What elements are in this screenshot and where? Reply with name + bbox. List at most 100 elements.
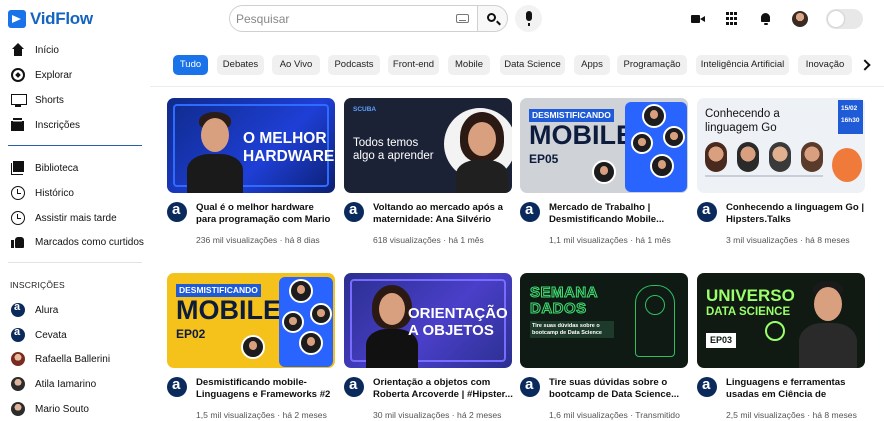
video-thumbnail[interactable]: SCUBA Todos temos algo a aprender [344,98,512,193]
channel-avatar [11,402,25,416]
guest-photo [299,331,323,355]
app-name: VidFlow [30,9,93,28]
voice-search-button[interactable] [515,5,542,32]
top-bar: VidFlow [0,0,884,38]
user-avatar[interactable] [792,11,808,27]
video-card[interactable]: DESMISTIFICANDO MOBILE EP02 Desmistifica… [167,273,335,421]
video-title[interactable]: Tire suas dúvidas sobre o bootcamp de Da… [549,377,689,401]
video-meta: 1,6 mil visualizações · Transmitido [549,410,680,420]
video-card[interactable]: SCUBA Todos temos algo a aprender Voltan… [344,98,512,248]
channel-avatar[interactable] [344,376,364,397]
sidebar-item-liked[interactable]: Marcados como curtidos [0,230,146,254]
sidebar: Início Explorar Shorts Inscrições Biblio… [0,38,150,421]
guest-photo [310,303,332,325]
video-title[interactable]: Desmistificando mobile-Linguagens e Fram… [196,377,336,401]
sidebar-channel-cevata[interactable]: Cevata [0,323,146,347]
notifications-bell-icon[interactable] [759,12,773,26]
sidebar-channel-atila[interactable]: Atila Iamarino [0,372,146,396]
video-thumbnail[interactable]: UNIVERSO DATA SCIENCE EP03 [697,273,865,368]
channel-avatar[interactable] [344,201,364,222]
video-card[interactable]: DESMISTIFICANDO MOBILE EP05 Mercado de T… [520,98,688,248]
video-title[interactable]: Qual é o melhor hardware para programaçã… [196,202,336,226]
thumbnail-subtitle: Tire suas dúvidas sobre o bootcamp de Da… [530,321,614,338]
chip-apps[interactable]: Apps [574,55,610,75]
sidebar-item-shorts[interactable]: Shorts [0,88,146,112]
sidebar-item-library[interactable]: Biblioteca [0,156,146,180]
video-thumbnail[interactable]: O MELHOR HARDWARE [167,98,335,193]
create-video-icon[interactable] [691,12,705,26]
app-logo[interactable]: VidFlow [8,9,93,29]
sidebar-channel-rafaella[interactable]: Rafaella Ballerini [0,347,146,371]
thumbnail-text-line1: SEMANA [529,284,599,301]
search-button[interactable] [478,5,508,32]
chip-inovacao[interactable]: Inovação [798,55,852,75]
video-card[interactable]: SEMANA DADOS Tire suas dúvidas sobre o b… [520,273,688,421]
guest-photo [737,142,759,172]
video-title[interactable]: Mercado de Trabalho | Desmistificando Mo… [549,202,689,226]
channel-avatar[interactable] [167,376,187,397]
chip-programacao[interactable]: Programação [617,55,687,75]
video-thumbnail[interactable]: ORIENTAÇÃO A OBJETOS [344,273,512,368]
chip-ao-vivo[interactable]: Ao Vivo [272,55,320,75]
thumbnail-text-line2: HARDWARE [243,148,335,165]
video-card[interactable]: Conhecendo a linguagem Go 15/02 16h30 Co… [697,98,865,248]
sidebar-item-explore[interactable]: Explorar [0,63,146,87]
logo-play-icon [8,10,26,28]
video-thumbnail[interactable]: SEMANA DADOS Tire suas dúvidas sobre o b… [520,273,688,368]
thumbnail-text-line2: linguagem Go [705,122,777,134]
channel-avatar [11,326,25,342]
chevron-right-icon[interactable] [859,57,871,73]
thumbnail-date: 15/02 [841,105,858,112]
channel-avatar[interactable] [697,376,717,397]
sidebar-channel-mario[interactable]: Mario Souto [0,397,146,421]
theme-toggle[interactable] [826,9,863,29]
channel-avatar [11,301,25,317]
video-card[interactable]: O MELHOR HARDWARE Qual é o melhor hardwa… [167,98,335,248]
sidebar-item-label: Shorts [35,94,64,106]
keyboard-icon[interactable] [456,14,469,23]
sidebar-item-subscriptions[interactable]: Inscrições [0,113,146,137]
thumbnail-text-line2: DATA SCIENCE [706,306,791,318]
search-input[interactable] [236,6,436,31]
watch-later-icon [11,211,25,225]
apps-grid-icon[interactable] [726,12,740,26]
presenter-image [185,112,245,193]
sidebar-channel-alura[interactable]: Alura [0,298,146,322]
like-icon [11,235,25,249]
sidebar-item-home[interactable]: Início [0,38,146,62]
video-card[interactable]: UNIVERSO DATA SCIENCE EP03 Linguagens e … [697,273,865,421]
channel-avatar[interactable] [697,201,717,222]
category-chips: Tudo Debates Ao Vivo Podcasts Front-end … [173,55,863,75]
chip-debates[interactable]: Debates [217,55,264,75]
channel-avatar[interactable] [167,201,187,222]
video-thumbnail[interactable]: Conhecendo a linguagem Go 15/02 16h30 [697,98,865,193]
chip-data-science[interactable]: Data Science [500,55,565,75]
channel-avatar[interactable] [520,376,540,397]
guest-photo [663,126,685,148]
video-title[interactable]: Voltando ao mercado após a maternidade: … [373,202,513,226]
chip-mobile[interactable]: Mobile [448,55,490,75]
video-thumbnail[interactable]: DESMISTIFICANDO MOBILE EP02 [167,273,335,368]
library-icon [11,161,25,175]
thumbnail-text-line2: A OBJETOS [408,322,494,339]
sidebar-item-label: Inscrições [35,119,81,131]
channel-avatar[interactable] [520,201,540,222]
search-icon [487,13,496,22]
sidebar-item-history[interactable]: Histórico [0,181,146,205]
chip-tudo[interactable]: Tudo [173,55,208,75]
robot-head [645,295,665,315]
chip-podcasts[interactable]: Podcasts [328,55,380,75]
channel-name: Atila Iamarino [35,378,97,390]
guest-photo [241,335,265,359]
video-title[interactable]: Orientação a objetos com Roberta Arcover… [373,377,513,401]
video-card[interactable]: ORIENTAÇÃO A OBJETOS Orientação a objeto… [344,273,513,421]
thumbnail-text-line1: Conhecendo a [705,108,780,120]
chip-inteligencia-artificial[interactable]: Inteligência Artificial [696,55,789,75]
video-title[interactable]: Linguagens e ferramentas usadas em Ciênc… [726,377,866,401]
chip-front-end[interactable]: Front-end [388,55,439,75]
video-title[interactable]: Conhecendo a linguagem Go | Hipsters.Tal… [726,202,866,226]
sidebar-item-watch-later[interactable]: Assistir mais tarde [0,206,146,230]
video-thumbnail[interactable]: DESMISTIFICANDO MOBILE EP05 [520,98,688,193]
video-meta: 30 mil visualizações · há 2 meses [373,410,502,420]
channel-name: Rafaella Ballerini [35,353,111,365]
